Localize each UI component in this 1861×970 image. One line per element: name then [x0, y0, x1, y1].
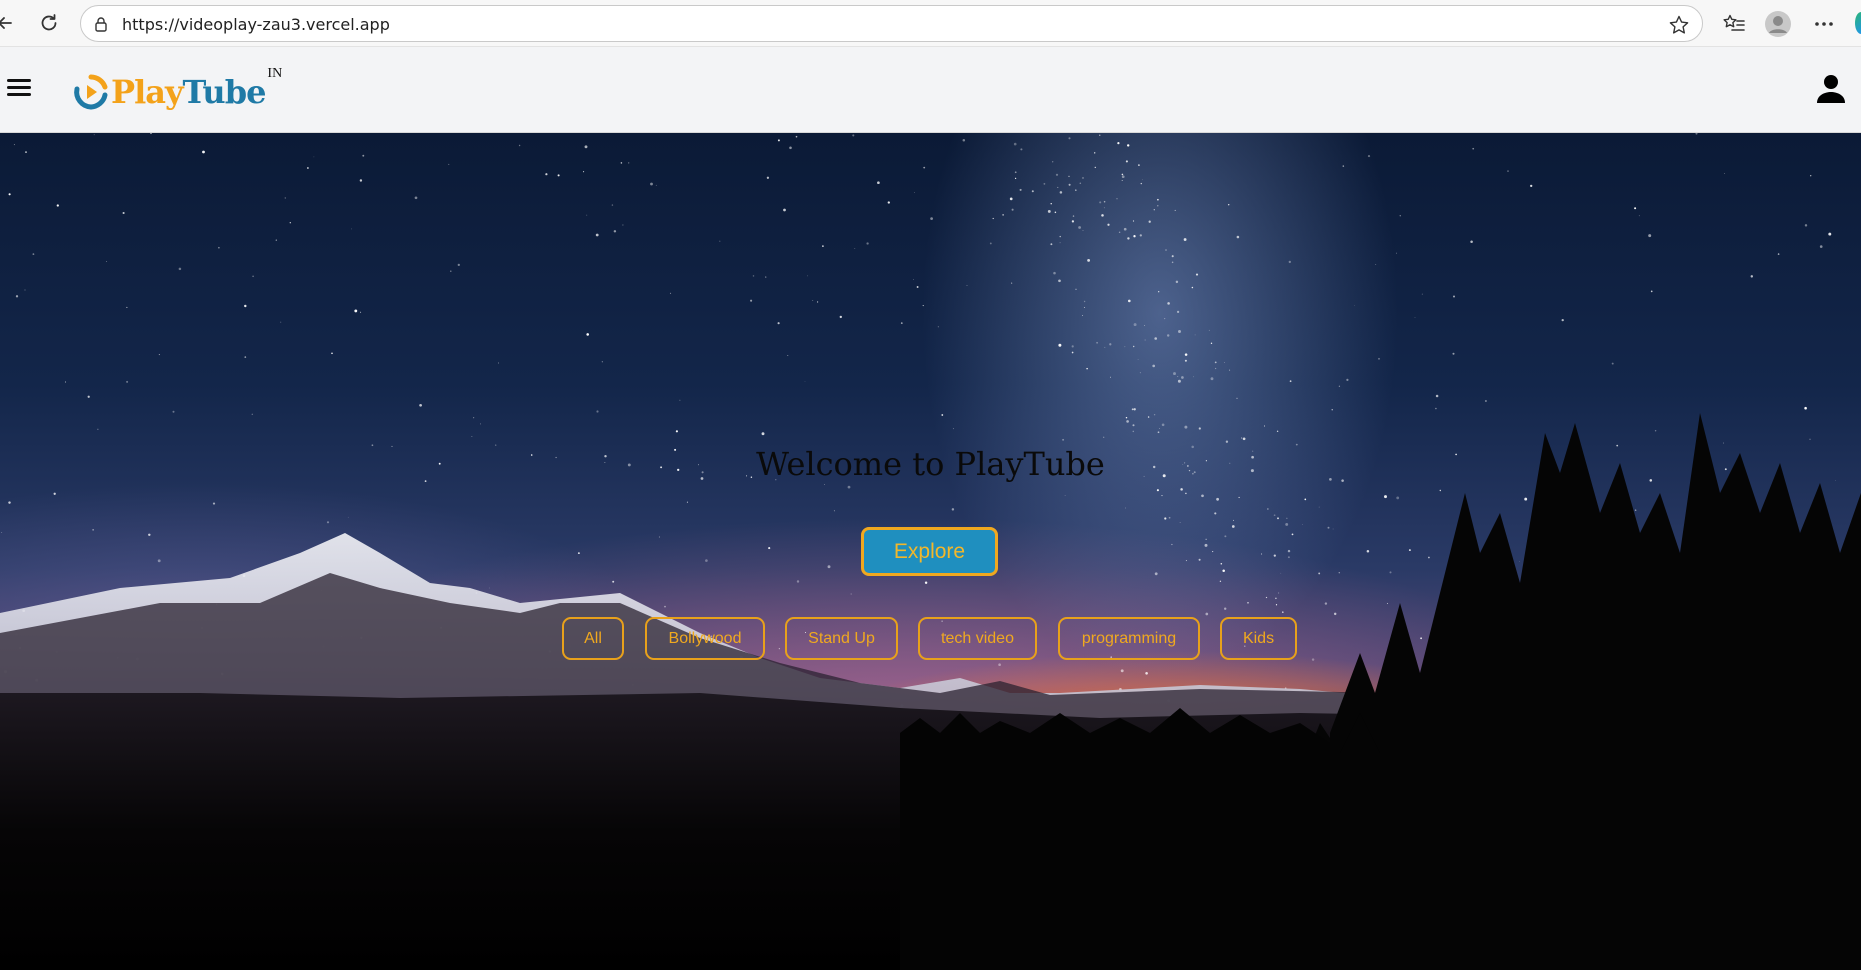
- category-chip-kids[interactable]: Kids: [1220, 617, 1297, 660]
- category-chip-all[interactable]: All: [562, 617, 624, 660]
- playtube-logo[interactable]: Play Tube IN: [72, 66, 283, 117]
- url-text[interactable]: https://videoplay-zau3.vercel.app: [122, 15, 390, 34]
- category-filter-row: All Bollywood Stand Up tech video progra…: [0, 617, 1861, 660]
- hamburger-menu-icon[interactable]: [7, 79, 31, 99]
- category-chip-tech-video[interactable]: tech video: [918, 617, 1037, 660]
- address-bar[interactable]: https://videoplay-zau3.vercel.app: [80, 5, 1703, 42]
- favorites-list-icon[interactable]: [1720, 10, 1748, 38]
- profile-icon[interactable]: [1764, 10, 1792, 38]
- playtube-logo-icon: [74, 74, 108, 110]
- explore-button[interactable]: Explore: [861, 527, 998, 576]
- user-icon[interactable]: [1815, 73, 1847, 105]
- hero-title: Welcome to PlayTube: [756, 445, 1105, 483]
- logo-region-superscript: IN: [267, 66, 283, 81]
- logo-text-play: Play: [111, 73, 184, 111]
- more-icon[interactable]: [1810, 10, 1838, 38]
- edge-sidebar-icon[interactable]: [1855, 12, 1861, 34]
- star-icon[interactable]: [1668, 14, 1690, 36]
- back-arrow-icon[interactable]: [0, 10, 18, 36]
- category-chip-programming[interactable]: programming: [1058, 617, 1200, 660]
- reload-icon[interactable]: [36, 10, 62, 36]
- category-chip-bollywood[interactable]: Bollywood: [645, 617, 765, 660]
- site-header: Play Tube IN: [0, 47, 1861, 133]
- logo-text-tube: Tube: [182, 73, 267, 111]
- hero-section: Welcome to PlayTube Explore All Bollywoo…: [0, 133, 1861, 970]
- browser-toolbar: https://videoplay-zau3.vercel.app: [0, 0, 1861, 47]
- category-chip-stand-up[interactable]: Stand Up: [785, 617, 898, 660]
- lock-icon[interactable]: [93, 16, 109, 32]
